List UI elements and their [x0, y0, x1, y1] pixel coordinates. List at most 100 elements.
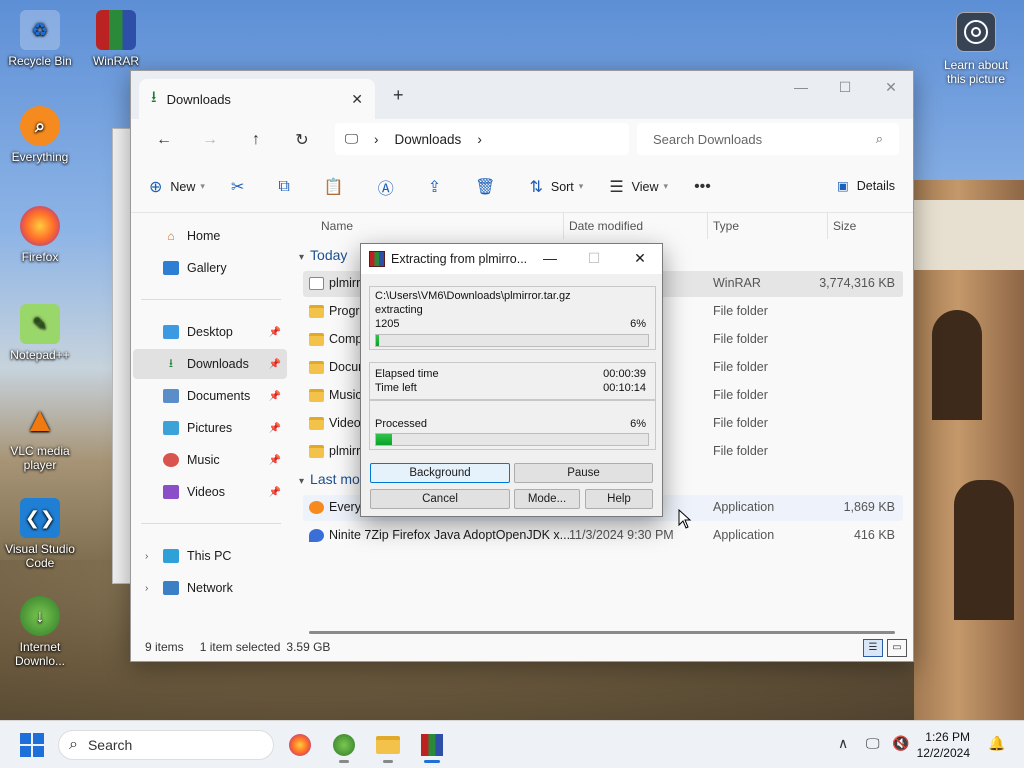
up-arrow-icon[interactable]: ↑: [233, 131, 279, 149]
taskbar-search[interactable]: ⌕ Search: [58, 730, 274, 760]
mouse-cursor-icon: [678, 509, 692, 529]
cancel-button[interactable]: Cancel: [370, 489, 510, 509]
address-bar[interactable]: 🖵 › Downloads ›: [335, 123, 629, 155]
chevron-right-icon[interactable]: ›: [145, 583, 148, 594]
sidebar-item-gallery[interactable]: Gallery: [133, 253, 287, 283]
network-icon[interactable]: 🖵: [866, 735, 880, 752]
rename-button[interactable]: Ⓐ: [378, 175, 402, 199]
pin-icon[interactable]: 📌: [269, 391, 281, 402]
sidebar-item-desktop[interactable]: Desktop 📌: [133, 317, 287, 347]
copy-button[interactable]: ⧉: [278, 178, 297, 196]
copy-icon: ⧉: [278, 177, 290, 195]
paste-icon: 📋: [323, 178, 344, 196]
sidebar-item-pictures[interactable]: Pictures 📌: [133, 413, 287, 443]
maximize-icon[interactable]: ☐: [825, 79, 865, 96]
minimize-icon[interactable]: —: [535, 250, 565, 266]
details-button[interactable]: ▣ Details: [837, 178, 895, 194]
view-button[interactable]: ☰ View ▾: [609, 177, 668, 197]
taskbar-winrar[interactable]: [416, 729, 448, 763]
time-left-label: Time left: [375, 382, 417, 394]
sidebar-item-music[interactable]: Music 📌: [133, 445, 287, 475]
application-icon: [309, 529, 324, 542]
group-header-last-month[interactable]: ▾ Last mo: [299, 471, 360, 487]
forward-arrow-icon[interactable]: →: [187, 131, 233, 149]
sort-icon: ⇅: [529, 178, 543, 196]
desktop-icon-winrar[interactable]: WinRAR: [78, 10, 154, 68]
pin-icon[interactable]: 📌: [269, 487, 281, 498]
file-progress-bar: [375, 334, 649, 347]
pin-icon[interactable]: 📌: [269, 359, 281, 370]
column-header-size[interactable]: Size: [833, 219, 856, 233]
taskbar-clock[interactable]: 1:26 PM 12/2/2024: [910, 729, 970, 761]
explorer-tab[interactable]: ⭳ Downloads ✕: [139, 79, 375, 119]
start-button[interactable]: [20, 733, 44, 757]
search-input[interactable]: Search Downloads ⌕: [637, 123, 899, 155]
column-header-name[interactable]: Name: [321, 219, 353, 233]
refresh-icon[interactable]: ↻: [279, 130, 325, 150]
pin-icon[interactable]: 📌: [269, 423, 281, 434]
desktop-icon-firefox[interactable]: Firefox: [2, 206, 78, 264]
cut-button[interactable]: ✂: [231, 177, 252, 197]
chevron-down-icon: ▾: [200, 181, 205, 191]
desktop-icon-everything[interactable]: ⌕ Everything: [2, 106, 78, 164]
taskbar-idm[interactable]: [328, 729, 360, 763]
file-type: File folder: [713, 416, 768, 430]
archive-file-icon: [309, 277, 324, 290]
pause-button[interactable]: Pause: [514, 463, 653, 483]
close-icon[interactable]: ✕: [871, 79, 911, 96]
sort-button[interactable]: ⇅ Sort ▾: [529, 177, 583, 197]
delete-button[interactable]: 🗑: [475, 177, 503, 197]
share-button[interactable]: ⇪: [428, 177, 449, 197]
learn-about-picture[interactable]: Learn about this picture: [938, 12, 1014, 86]
tiles-view-icon[interactable]: ▭: [887, 639, 907, 657]
chevron-right-icon[interactable]: ›: [145, 551, 148, 562]
sidebar-item-home[interactable]: ⌂ Home: [133, 221, 287, 251]
pin-icon[interactable]: 📌: [269, 455, 281, 466]
maximize-icon[interactable]: ☐: [579, 250, 609, 267]
desktop-icon-vscode[interactable]: ❮❯ Visual Studio Code: [2, 498, 78, 570]
tab-close-icon[interactable]: ✕: [351, 91, 363, 108]
folder-icon: [309, 389, 324, 402]
notification-bell-icon[interactable]: 🔔: [988, 735, 1005, 752]
pin-icon[interactable]: 📌: [269, 327, 281, 338]
chevron-right-icon[interactable]: ›: [374, 132, 379, 147]
close-icon[interactable]: ✕: [625, 250, 655, 267]
desktop-icon-vlc[interactable]: ▲ VLC media player: [2, 400, 78, 472]
chevron-down-icon: ▾: [299, 476, 305, 487]
new-button[interactable]: ⊕ New ▾: [149, 177, 205, 197]
sidebar-item-this-pc[interactable]: › This PC: [133, 541, 287, 571]
file-size: 3,774,316 KB: [819, 276, 895, 290]
sidebar-item-videos[interactable]: Videos 📌: [133, 477, 287, 507]
chevron-right-icon[interactable]: ›: [477, 132, 482, 147]
mode-button[interactable]: Mode...: [514, 489, 580, 509]
desktop-icon-idm[interactable]: ↓ Internet Downlo...: [2, 596, 78, 668]
dialog-title: Extracting from plmirro...: [391, 252, 528, 266]
status-selection: 1 item selected: [199, 640, 281, 654]
sidebar-item-downloads[interactable]: ⭳ Downloads 📌: [133, 349, 287, 379]
more-options-button[interactable]: •••: [694, 178, 719, 196]
group-header-today[interactable]: ▾ Today: [299, 247, 347, 263]
desktop-icon-notepadpp[interactable]: ✎ Notepad++: [2, 304, 78, 362]
file-row[interactable]: Ninite 7Zip Firefox Java AdoptOpenJDK x.…: [303, 523, 903, 549]
chevron-up-icon[interactable]: ∧: [838, 735, 848, 752]
column-header-type[interactable]: Type: [713, 219, 739, 233]
taskbar-file-explorer[interactable]: [372, 729, 404, 763]
minimize-icon[interactable]: —: [781, 79, 821, 95]
help-button[interactable]: Help: [585, 489, 653, 509]
plus-circle-icon: ⊕: [149, 178, 163, 196]
background-button[interactable]: Background: [370, 463, 510, 483]
address-segment-downloads[interactable]: Downloads: [395, 132, 462, 147]
recycle-bin-icon: ♻: [20, 10, 60, 50]
folder-icon: [309, 305, 324, 318]
folder-icon: [309, 361, 324, 374]
column-header-date[interactable]: Date modified: [569, 219, 643, 233]
sidebar-item-network[interactable]: › Network: [133, 573, 287, 603]
paste-button[interactable]: 📋: [324, 177, 352, 197]
new-tab-icon[interactable]: +: [393, 85, 404, 106]
details-view-icon[interactable]: ☰: [863, 639, 883, 657]
back-arrow-icon[interactable]: ←: [141, 131, 187, 149]
desktop-icon-recycle-bin[interactable]: ♻ Recycle Bin: [2, 10, 78, 68]
taskbar-firefox[interactable]: [284, 729, 316, 761]
sidebar-item-documents[interactable]: Documents 📌: [133, 381, 287, 411]
volume-muted-icon[interactable]: 🔇: [892, 735, 909, 752]
